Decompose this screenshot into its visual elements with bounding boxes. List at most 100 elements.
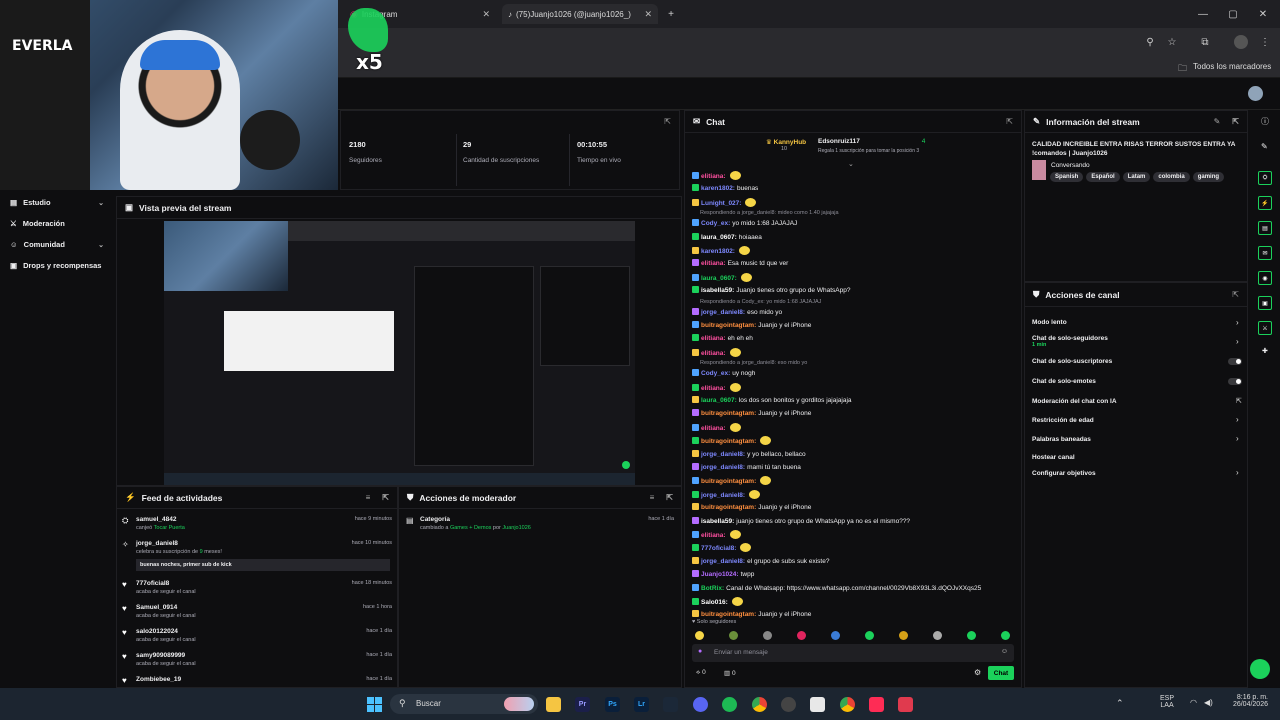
external-link-icon[interactable]: ⇱ <box>1232 117 1239 126</box>
chat-username[interactable]: elitiana: <box>701 173 726 180</box>
tag[interactable]: Español <box>1086 172 1120 182</box>
chevron-down-icon[interactable]: ⌄ <box>848 160 854 168</box>
language-indicator[interactable]: ESP LAA <box>1160 695 1174 709</box>
lightroom-icon[interactable]: Lr <box>634 697 649 712</box>
action-banned-words[interactable]: Palabras baneadas <box>1032 436 1091 443</box>
chat-username[interactable]: isabella59: <box>701 287 734 294</box>
chat-username[interactable]: jorge_daniel8: <box>701 492 745 499</box>
tiktok-icon[interactable] <box>869 697 884 712</box>
action-followers-only[interactable]: Chat de solo-seguidores 1 min <box>1032 335 1108 348</box>
close-tab-icon[interactable]: ✕ <box>482 9 490 20</box>
obs-icon[interactable] <box>781 697 796 712</box>
broadcast-icon[interactable]: ◉ <box>1258 271 1272 285</box>
lightning-icon[interactable]: ⚡ <box>1258 196 1272 210</box>
chevron-right-icon[interactable]: › <box>1236 468 1239 477</box>
action-host-channel[interactable]: Hostear canal <box>1032 454 1075 461</box>
chat-username[interactable]: buitragointagtam: <box>701 478 756 485</box>
action-ai-moderation[interactable]: Moderación del chat con IA <box>1032 398 1117 405</box>
chat-username[interactable]: 777oficial8: <box>701 545 736 552</box>
tag[interactable]: gaming <box>1192 172 1225 182</box>
chat-username[interactable]: Cody_ex: <box>701 370 730 377</box>
chat-username[interactable]: buitragointagtam: <box>701 410 756 417</box>
emote-icon[interactable] <box>797 631 806 640</box>
chat-input[interactable]: ● Enviar un mensaje ☺ <box>692 644 1014 662</box>
chat-username[interactable]: buitragointagtam: <box>701 504 756 511</box>
volume-icon[interactable]: ◀) <box>1204 698 1213 707</box>
support-chat-button[interactable] <box>1250 659 1270 679</box>
new-tab-icon[interactable]: + <box>664 7 678 21</box>
top-gifter-name[interactable]: Edsonruiz117 <box>818 138 860 145</box>
all-bookmarks-label[interactable]: Todos los marcadores <box>1193 62 1271 71</box>
document-icon[interactable]: ▤ <box>1258 221 1272 235</box>
chevron-right-icon[interactable]: › <box>1236 318 1239 327</box>
chat-username[interactable]: laura_0607: <box>701 275 737 282</box>
wifi-icon[interactable]: ◠ <box>1190 698 1197 707</box>
feed-username[interactable]: salo20122024 <box>136 628 392 635</box>
windows-start-icon[interactable] <box>367 697 382 712</box>
feed-username[interactable]: Zombiebee_19 <box>136 676 392 683</box>
action-age-restriction[interactable]: Restricción de edad <box>1032 417 1094 424</box>
taskbar-search[interactable]: ⚲ Buscar <box>390 694 538 714</box>
action-subscribers-only[interactable]: Chat de solo-suscriptores <box>1032 358 1112 365</box>
stream-preview-video[interactable] <box>164 221 635 485</box>
emotes-only-toggle[interactable] <box>1228 378 1242 385</box>
chat-username[interactable]: jorge_daniel8: <box>701 558 745 565</box>
external-link-icon[interactable]: ⇱ <box>666 493 673 502</box>
feed-username[interactable]: samy909089999 <box>136 652 392 659</box>
action-configure-goals[interactable]: Configurar objetivos <box>1032 470 1096 477</box>
chevron-right-icon[interactable]: › <box>1236 415 1239 424</box>
mod-action-user[interactable]: Juanjo1026 <box>502 525 530 531</box>
chat-username[interactable]: buitragointagtam: <box>701 438 756 445</box>
points-display[interactable]: ⟡ 0 <box>696 669 706 677</box>
edit-icon[interactable]: ✎ <box>1214 117 1221 126</box>
filter-icon[interactable]: ≡ <box>366 493 371 502</box>
chat-username[interactable]: jorge_daniel8: <box>701 309 745 316</box>
chat-username[interactable]: Lunight_027: <box>701 200 741 207</box>
edit-icon[interactable]: ✎ <box>1261 142 1268 151</box>
chat-username[interactable]: elitiana: <box>701 335 726 342</box>
action-emotes-only[interactable]: Chat de solo-emotes <box>1032 378 1096 385</box>
action-slow-mode[interactable]: Modo lento <box>1032 319 1067 326</box>
chat-username[interactable]: elitiana: <box>701 532 726 539</box>
extensions-icon[interactable]: ⧉ <box>1198 35 1212 49</box>
external-link-icon[interactable]: ⇱ <box>1236 397 1242 405</box>
preview-icon[interactable]: ▣ <box>1258 296 1272 310</box>
chevron-right-icon[interactable]: › <box>1236 434 1239 443</box>
chevron-up-icon[interactable]: ⌃ <box>1116 698 1124 709</box>
chat-username[interactable]: elitiana: <box>701 260 726 267</box>
info-icon[interactable]: ⓘ <box>1261 116 1269 127</box>
chat-username[interactable]: buitragointagtam: <box>701 611 756 618</box>
file-explorer-icon[interactable] <box>546 697 561 712</box>
chat-username[interactable]: jorge_daniel8: <box>701 451 745 458</box>
chrome-icon[interactable] <box>752 697 767 712</box>
category-name[interactable]: Conversando <box>1051 162 1090 169</box>
chat-username[interactable]: elitiana: <box>701 385 726 392</box>
rail-action-icon[interactable]: ⛭ <box>1258 171 1272 185</box>
tag[interactable]: Spanish <box>1050 172 1084 182</box>
chat-username[interactable]: karen1802: <box>701 185 735 192</box>
external-link-icon[interactable]: ⇱ <box>1006 117 1013 126</box>
chat-username[interactable]: elitiana: <box>701 350 726 357</box>
chat-username[interactable]: Cody_ex: <box>701 220 730 227</box>
chat-username[interactable]: isabella59: <box>701 518 734 525</box>
tag[interactable]: colombia <box>1153 172 1190 182</box>
sword-icon[interactable]: ⚔ <box>1258 321 1272 335</box>
star-icon[interactable]: ☆ <box>1165 35 1179 49</box>
zoom-icon[interactable]: ⚲ <box>1143 35 1157 49</box>
nav-item-moderacion[interactable]: ⚔ Moderación <box>0 213 114 234</box>
maximize-icon[interactable]: ▢ <box>1226 7 1240 21</box>
subscribers-only-toggle[interactable] <box>1228 358 1242 365</box>
chat-username[interactable]: BotRix: <box>701 585 724 592</box>
clock[interactable]: 8:16 p. m. 26/04/2026 <box>1222 694 1268 708</box>
external-link-icon[interactable]: ⇱ <box>664 117 671 126</box>
steam-icon[interactable] <box>663 697 678 712</box>
feed-username[interactable]: Samuel_0914 <box>136 604 392 611</box>
discord-icon[interactable] <box>693 697 708 712</box>
send-chat-button[interactable]: Chat <box>988 666 1014 680</box>
tag[interactable]: Latam <box>1122 172 1151 182</box>
emote-icon[interactable] <box>899 631 908 640</box>
nav-item-comunidad[interactable]: ☺ Comunidad ⌄ <box>0 234 114 255</box>
emote-icon[interactable] <box>695 631 704 640</box>
settings-gear-icon[interactable]: ⚙ <box>974 668 981 677</box>
add-widget-icon[interactable]: ✚ <box>1262 347 1268 355</box>
